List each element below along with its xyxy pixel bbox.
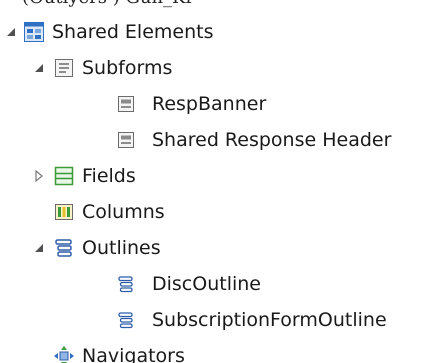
outline-icon (114, 266, 138, 302)
tree-item-label: Fields (82, 165, 136, 187)
outline-icon (114, 302, 138, 338)
tree-item-label: RespBanner (152, 93, 267, 115)
columns-icon (52, 194, 76, 230)
tree-item-outlines[interactable]: Outlines (0, 230, 423, 266)
clipped-header-text: (Outlyers ) Gun_Kr (22, 0, 194, 8)
collapsed-twisty-icon[interactable] (32, 158, 46, 194)
fields-icon (52, 158, 76, 194)
tree-item-subscription-form-outline[interactable]: SubscriptionFormOutline (0, 302, 423, 338)
tree-item-resp-banner[interactable]: RespBanner (0, 86, 423, 122)
tree-item-subforms[interactable]: Subforms (0, 50, 423, 86)
subform-icon (114, 122, 138, 158)
expanded-twisty-icon[interactable] (32, 230, 46, 266)
subform-icon (114, 86, 138, 122)
expanded-twisty-icon[interactable] (32, 50, 46, 86)
tree-item-label: Outlines (82, 237, 161, 259)
tree-item-fields[interactable]: Fields (0, 158, 423, 194)
tree-item-shared-response-header[interactable]: Shared Response Header (0, 122, 423, 158)
design-element-tree: Shared Elements Subforms RespBanner Shar… (0, 14, 423, 363)
shared-elements-icon (22, 14, 46, 50)
tree-item-label: Shared Response Header (152, 129, 392, 151)
tree-item-disc-outline[interactable]: DiscOutline (0, 266, 423, 302)
tree-item-navigators[interactable]: Navigators (0, 338, 423, 363)
tree-item-columns[interactable]: Columns (0, 194, 423, 230)
subform-folder-icon (52, 50, 76, 86)
expanded-twisty-icon[interactable] (4, 14, 18, 50)
tree-item-label: SubscriptionFormOutline (152, 309, 387, 331)
tree-item-label: Columns (82, 201, 165, 223)
tree-item-label: DiscOutline (152, 273, 261, 295)
tree-item-shared-elements[interactable]: Shared Elements (0, 14, 423, 50)
tree-item-label: Shared Elements (52, 21, 214, 43)
tree-item-label: Subforms (82, 57, 173, 79)
tree-item-label: Navigators (82, 345, 185, 363)
navigator-icon (52, 338, 76, 363)
outline-folder-icon (52, 230, 76, 266)
